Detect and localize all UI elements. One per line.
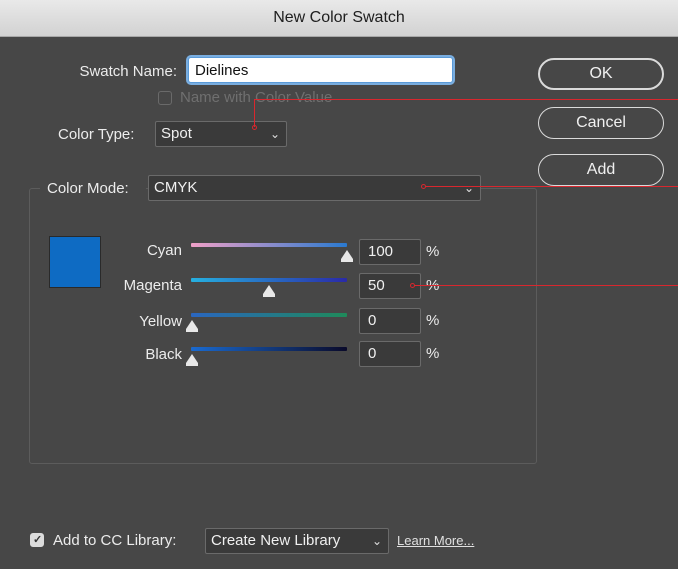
color-mode-label: Color Mode: <box>47 180 129 197</box>
checkmark-icon: ✓ <box>33 534 43 546</box>
annotation-dot-color-mode <box>421 184 426 189</box>
slider-label-cyan: Cyan <box>146 242 182 259</box>
annotation-dot-color-type <box>252 125 257 130</box>
name-with-color-value-label: Name with Color Value <box>180 89 333 106</box>
ok-button[interactable]: OK <box>538 58 664 90</box>
cyan-percent-unit: % <box>426 243 440 260</box>
black-percent-unit: % <box>426 345 440 362</box>
annotation-dot-magenta <box>410 283 415 288</box>
chevron-down-icon: ⌄ <box>463 181 474 195</box>
annotation-line-color-type <box>254 99 678 100</box>
yellow-percent-unit: % <box>426 312 440 329</box>
name-with-color-value-checkbox[interactable] <box>158 91 172 105</box>
add-button[interactable]: Add <box>538 154 664 186</box>
add-to-cc-library-label: Add to CC Library: <box>53 532 177 549</box>
cancel-button[interactable]: Cancel <box>538 107 664 139</box>
black-value-field[interactable]: 0 <box>359 341 421 367</box>
slider-label-black: Black <box>145 346 182 363</box>
color-type-label: Color Type: <box>58 126 135 143</box>
magenta-slider-track[interactable] <box>191 278 347 282</box>
cyan-value-field[interactable]: 100 <box>359 239 421 265</box>
annotation-line-magenta <box>414 285 678 286</box>
yellow-slider-thumb[interactable] <box>186 320 198 332</box>
cyan-slider-thumb[interactable] <box>341 250 353 262</box>
magenta-slider-thumb[interactable] <box>263 285 275 297</box>
annotation-vline-color-type <box>254 99 255 127</box>
learn-more-link[interactable]: Learn More... <box>397 533 474 548</box>
black-slider-track[interactable] <box>191 347 347 351</box>
add-to-cc-library-checkbox[interactable]: ✓ <box>30 533 44 547</box>
window-title: New Color Swatch <box>273 9 405 26</box>
cyan-slider-track[interactable] <box>191 243 347 247</box>
chevron-down-icon: ⌄ <box>371 534 382 548</box>
color-type-value: Spot <box>161 125 192 142</box>
swatch-name-label: Swatch Name: <box>79 63 177 80</box>
yellow-slider-track[interactable] <box>191 313 347 317</box>
annotation-line-color-mode <box>425 186 678 187</box>
window-titlebar: New Color Swatch <box>0 0 678 37</box>
slider-label-magenta: Magenta <box>123 277 182 294</box>
library-select-value: Create New Library <box>211 532 341 549</box>
slider-label-yellow: Yellow <box>139 313 182 330</box>
black-slider-thumb[interactable] <box>186 354 198 366</box>
swatch-name-input[interactable]: Dielines <box>188 57 453 83</box>
color-mode-value: CMYK <box>154 179 198 196</box>
color-preview-swatch <box>49 236 101 288</box>
color-type-select[interactable]: Spot ⌄ <box>155 121 287 147</box>
yellow-value-field[interactable]: 0 <box>359 308 421 334</box>
chevron-down-icon: ⌄ <box>269 127 280 141</box>
library-select[interactable]: Create New Library ⌄ <box>205 528 389 554</box>
color-mode-select[interactable]: CMYK ⌄ <box>148 175 481 201</box>
